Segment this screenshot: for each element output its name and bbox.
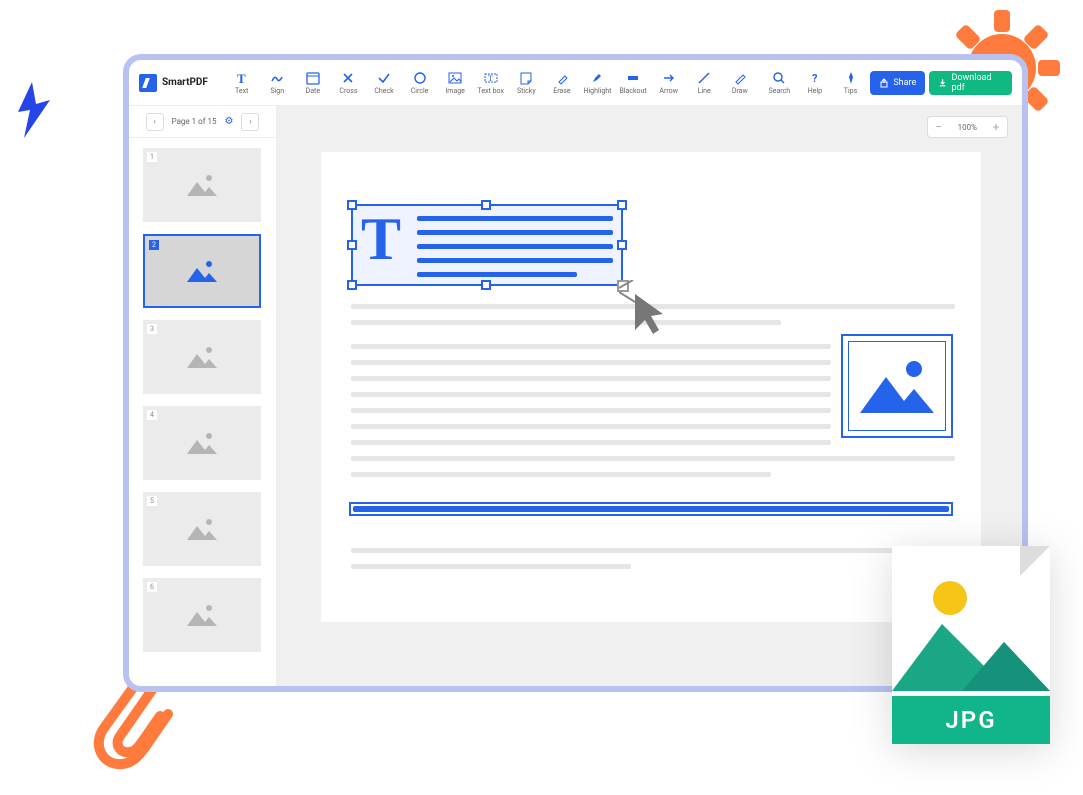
brand[interactable]: SmartPDF (139, 74, 208, 92)
thumbnail-placeholder-icon (185, 258, 219, 284)
tool-sticky[interactable]: Sticky (511, 71, 543, 95)
thumbnail-placeholder-icon (185, 516, 219, 542)
resize-handle[interactable] (347, 240, 357, 250)
page-next-button[interactable]: › (241, 113, 259, 131)
thumbnail[interactable]: 4 (143, 406, 261, 480)
thumbnail-placeholder-icon (185, 602, 219, 628)
tool-date[interactable]: Date (297, 71, 329, 95)
tool-cross[interactable]: Cross (333, 71, 365, 95)
tool-check[interactable]: Check (368, 71, 400, 95)
tool-erase[interactable]: Erase (546, 71, 578, 95)
selected-line[interactable] (349, 502, 953, 516)
tips-icon (844, 71, 858, 85)
textbox-icon: T (484, 71, 498, 85)
page-view[interactable]: T (321, 152, 981, 622)
circle-icon (413, 71, 427, 85)
tool-search[interactable]: Search (764, 71, 796, 95)
pager-label: Page 1 of 15 (172, 117, 217, 126)
jpg-file-icon: JPG (892, 546, 1050, 744)
thumbnail[interactable]: 5 (143, 492, 261, 566)
page-prev-button[interactable]: ‹ (146, 113, 164, 131)
tool-arrow[interactable]: Arrow (653, 71, 685, 95)
thumbnail[interactable]: 1 (143, 148, 261, 222)
pager: ‹ Page 1 of 15 ⚙ › (129, 106, 276, 138)
tool-circle[interactable]: Circle (404, 71, 436, 95)
resize-handle[interactable] (617, 200, 627, 210)
jpg-label: JPG (892, 696, 1050, 744)
sticky-icon (519, 71, 533, 85)
sidebar: ‹ Page 1 of 15 ⚙ › 1 2 3 4 5 6 (129, 106, 277, 686)
zoom-control: − 100% + (927, 116, 1008, 138)
cross-icon (341, 71, 355, 85)
tool-help[interactable]: ? Help (799, 71, 831, 95)
drop-cap: T (361, 212, 401, 266)
text-icon: T (235, 71, 249, 85)
gear-icon[interactable]: ⚙ (224, 116, 233, 127)
download-button[interactable]: Download pdf (929, 71, 1012, 95)
thumbnail-placeholder-icon (185, 430, 219, 456)
page-number: 3 (147, 324, 157, 334)
zoom-out-button[interactable]: − (928, 120, 950, 134)
tool-highlight[interactable]: Highlight (582, 71, 614, 95)
toolbar: SmartPDF T Text Sign Date Cross Check Ci… (129, 60, 1022, 106)
text-selection[interactable]: T (351, 204, 623, 286)
zoom-in-button[interactable]: + (985, 120, 1007, 134)
draw-icon (733, 71, 747, 85)
tool-tips[interactable]: Tips (835, 71, 867, 95)
resize-handle[interactable] (347, 280, 357, 290)
mountain-icon (852, 351, 942, 421)
download-icon (938, 78, 947, 88)
highlight-icon (590, 71, 604, 85)
thumbnail-placeholder-icon (185, 172, 219, 198)
tool-draw[interactable]: Draw (724, 71, 756, 95)
resize-handle[interactable] (347, 200, 357, 210)
page-number: 6 (147, 582, 157, 592)
resize-handle[interactable] (481, 200, 491, 210)
zoom-value: 100% (950, 123, 985, 132)
thumbnail[interactable]: 3 (143, 320, 261, 394)
lightning-icon (10, 80, 60, 140)
svg-text:?: ? (812, 72, 818, 85)
calendar-icon (306, 71, 320, 85)
brand-icon (139, 74, 157, 92)
page-number: 5 (147, 496, 157, 506)
image-icon (448, 71, 462, 85)
thumbnail-list[interactable]: 1 2 3 4 5 6 (129, 138, 276, 686)
svg-text:T: T (488, 74, 493, 83)
tool-text[interactable]: T Text (226, 71, 258, 95)
resize-handle[interactable] (617, 240, 627, 250)
tool-line[interactable]: Line (688, 71, 720, 95)
tool-image[interactable]: Image (439, 71, 471, 95)
tool-sign[interactable]: Sign (261, 71, 293, 95)
sign-icon (270, 71, 284, 85)
cursor-icon (619, 280, 669, 340)
page-number: 1 (147, 152, 157, 162)
svg-text:T: T (237, 71, 246, 85)
page-number: 4 (147, 410, 157, 420)
share-icon (879, 78, 889, 88)
resize-handle[interactable] (481, 280, 491, 290)
line-icon (697, 71, 711, 85)
blackout-icon (626, 71, 640, 85)
thumbnail[interactable]: 6 (143, 578, 261, 652)
thumbnail[interactable]: 2 (143, 234, 261, 308)
tool-textbox[interactable]: T Text box (475, 71, 507, 95)
page-number: 2 (149, 240, 159, 250)
search-icon (772, 71, 786, 85)
erase-icon (555, 71, 569, 85)
help-icon: ? (808, 71, 822, 85)
arrow-icon (662, 71, 676, 85)
thumbnail-placeholder-icon (185, 344, 219, 370)
image-placeholder[interactable] (841, 334, 953, 438)
tool-blackout[interactable]: Blackout (617, 71, 649, 95)
share-button[interactable]: Share (870, 71, 925, 95)
brand-name: SmartPDF (162, 77, 208, 88)
check-icon (377, 71, 391, 85)
